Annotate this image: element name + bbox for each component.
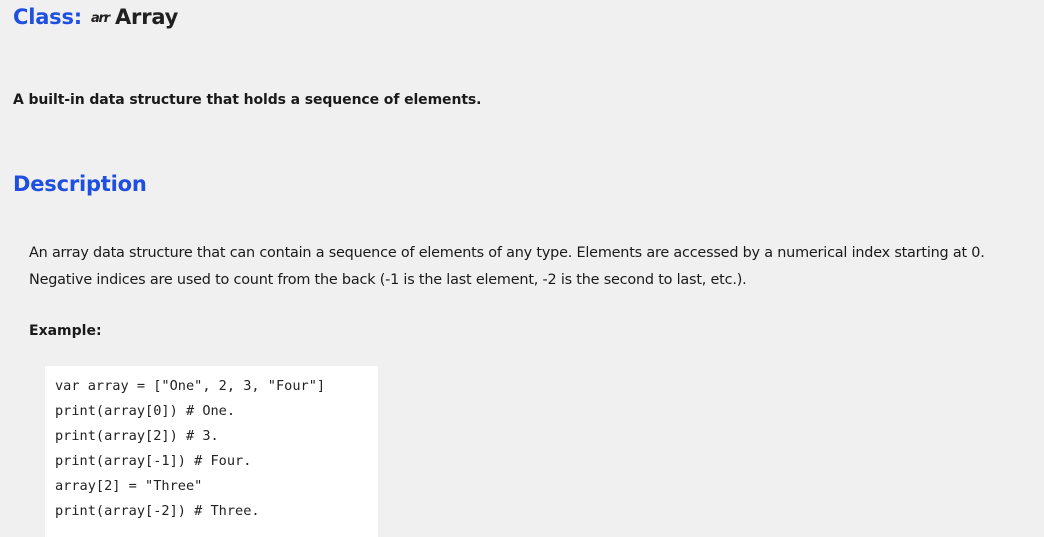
code-line: print(array[-1]) # Four. [55,453,252,469]
array-class-icon: arr [90,10,110,26]
description-text: An array data structure that can contain… [29,240,1041,294]
code-line: var array = ["One", 2, 3, "Four"] [55,378,326,394]
code-example-block[interactable]: var array = ["One", 2, 3, "Four"] print(… [45,366,378,537]
code-line: print(array[0]) # One. [55,403,236,419]
code-line: print(array[2]) # 3. [55,428,219,444]
code-line: array[2] = "Three" [55,478,203,494]
code-line: print(array[-2]) # Three. [55,503,260,519]
description-line: Negative indices are used to count from … [29,272,747,288]
class-name: Array [114,5,179,29]
class-reference-page: Class: arr Array A built-in data structu… [0,0,1044,537]
example-label: Example: [29,323,102,339]
brief-description: A built-in data structure that holds a s… [13,92,482,108]
title-prefix: Class: [13,5,82,29]
description-heading: Description [13,172,147,196]
description-line: An array data structure that can contain… [29,245,985,261]
page-title: Class: arr Array [13,2,178,32]
